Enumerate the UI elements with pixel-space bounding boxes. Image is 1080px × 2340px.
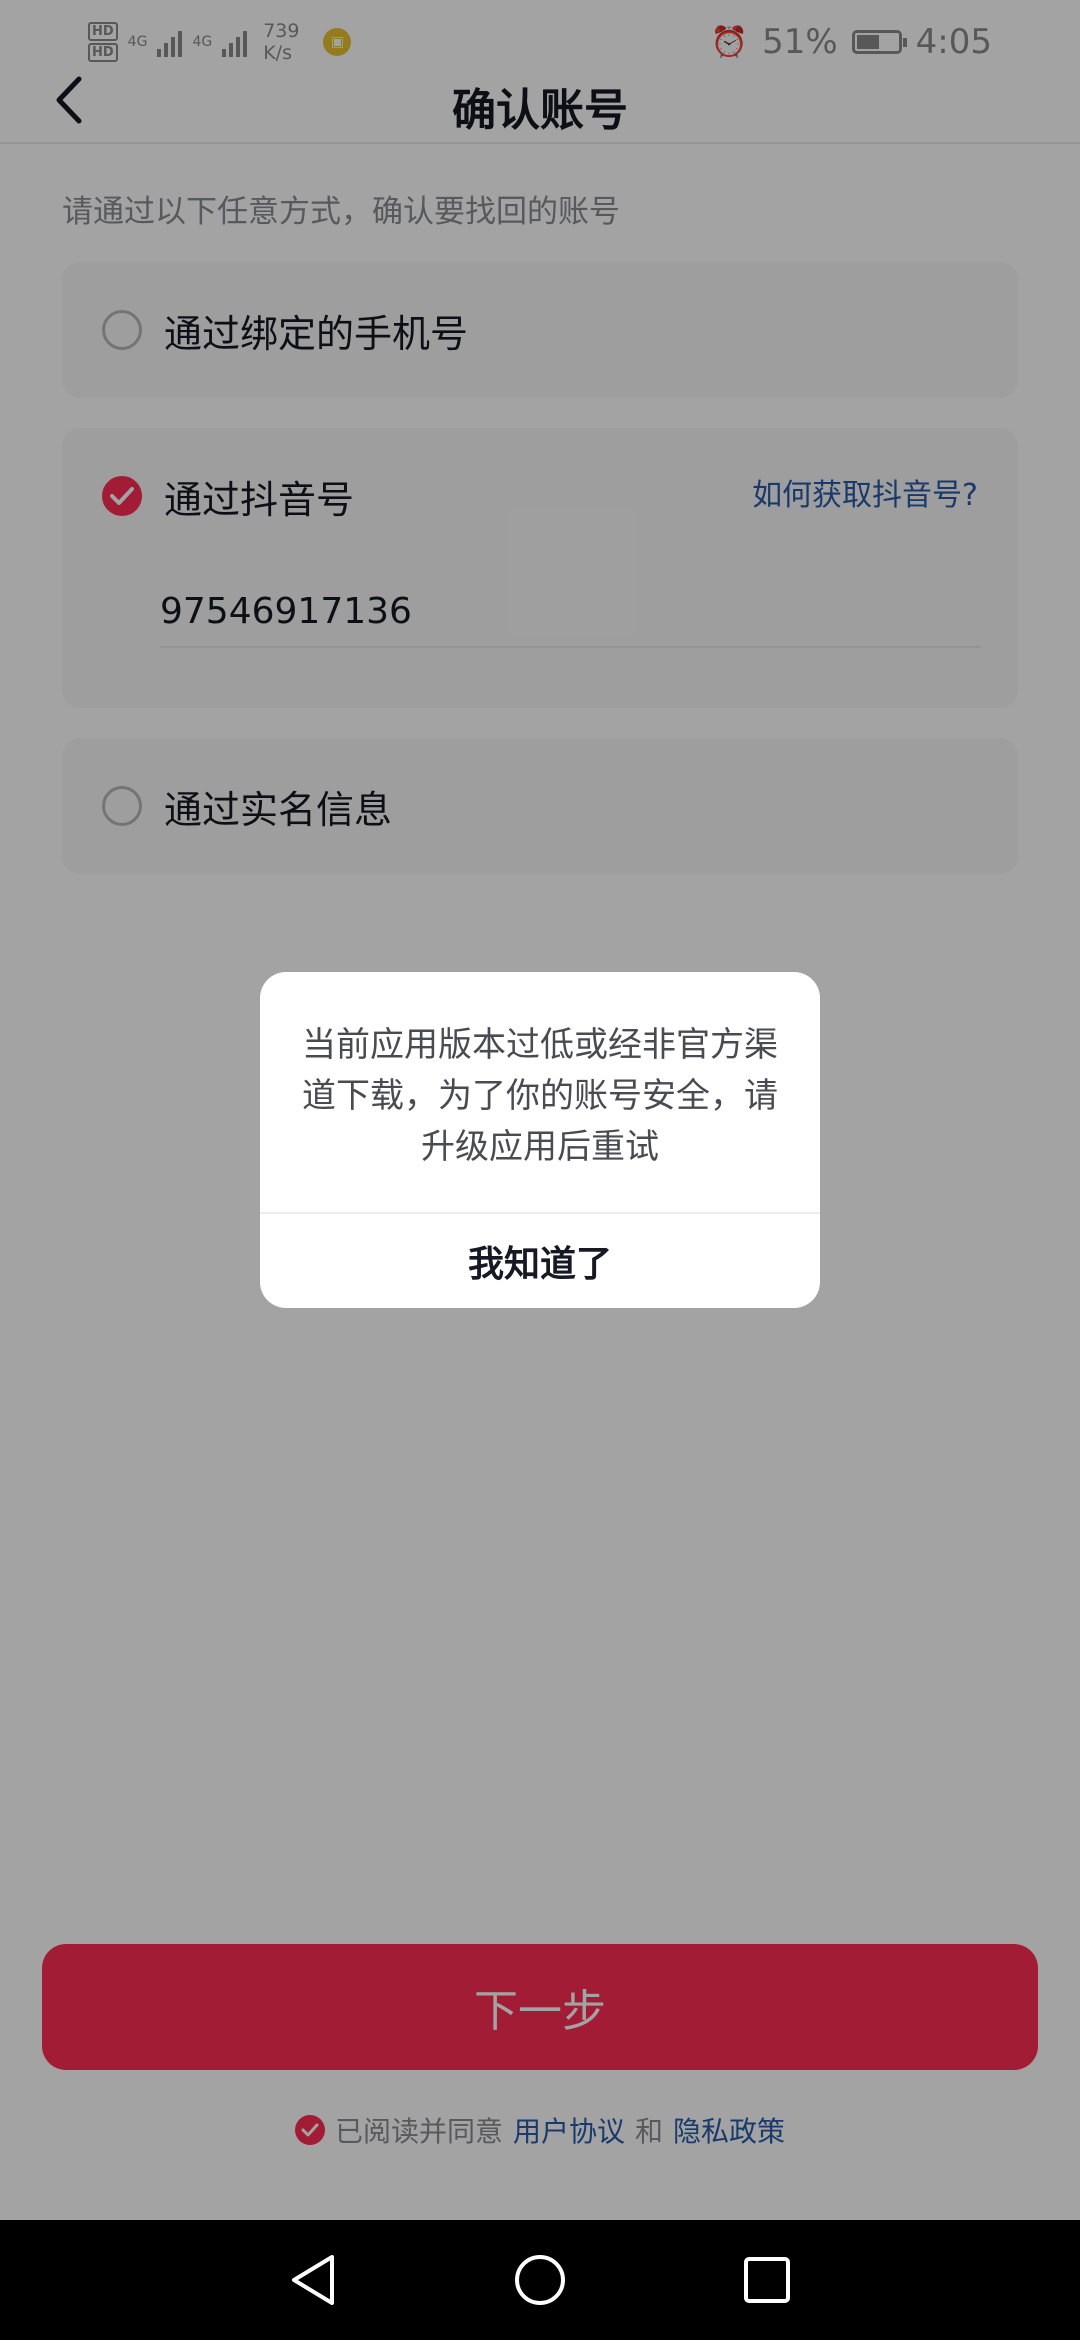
dialog-confirm-button[interactable]: 我知道了 bbox=[260, 1214, 820, 1308]
alert-dialog: 当前应用版本过低或经非官方渠道下载，为了你的账号安全，请升级应用后重试 我知道了 bbox=[260, 972, 820, 1308]
dialog-message: 当前应用版本过低或经非官方渠道下载，为了你的账号安全，请升级应用后重试 bbox=[302, 1025, 778, 1167]
nav-back-icon bbox=[292, 2255, 335, 2305]
nav-back-button[interactable] bbox=[273, 2240, 353, 2320]
nav-home-icon bbox=[514, 2255, 565, 2305]
nav-recent-button[interactable] bbox=[727, 2240, 807, 2320]
system-nav-bar bbox=[0, 2220, 1080, 2340]
nav-recent-icon bbox=[743, 2257, 790, 2303]
nav-home-button[interactable] bbox=[500, 2240, 580, 2320]
